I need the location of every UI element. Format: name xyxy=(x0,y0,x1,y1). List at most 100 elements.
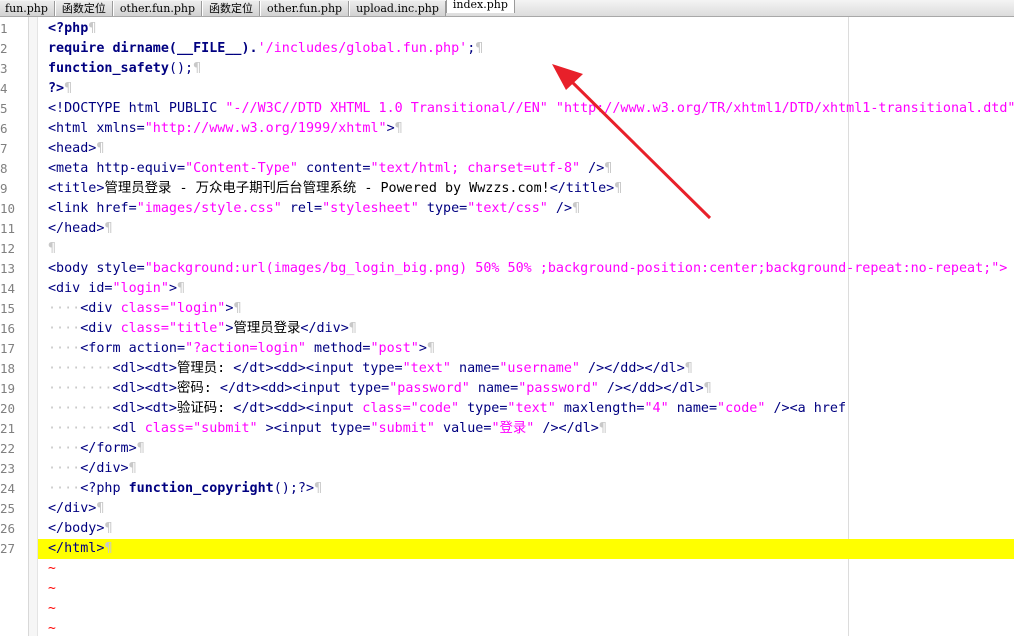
php-close-tag: ?> xyxy=(48,81,65,96)
code-line-5: <!DOCTYPE html PUBLIC "-//W3C//DTD XHTML… xyxy=(48,99,1014,119)
code-string: "text/html; charset=utf-8" xyxy=(370,161,581,176)
tab-upload-inc-php[interactable]: upload.inc.php xyxy=(349,1,446,16)
line-number: 26 xyxy=(0,521,16,536)
code-editor[interactable]: <?php¶ require dirname(__FILE__).'/inclu… xyxy=(38,17,1014,636)
code-string: "submit" xyxy=(193,421,258,436)
pilcrow: ¶ xyxy=(104,541,113,556)
pilcrow: ¶ xyxy=(96,141,105,156)
code-attr: class= xyxy=(144,421,194,436)
code-string: "password" xyxy=(389,381,470,396)
code-tag: name= xyxy=(450,361,500,376)
line-number: 23 xyxy=(0,461,16,476)
line-number: 12 xyxy=(0,241,16,256)
code-line-1: <?php¶ xyxy=(48,19,96,39)
code-line-19: ········<dl><dt>密码: </dt><dd><input type… xyxy=(48,379,712,399)
pilcrow: ¶ xyxy=(604,161,613,176)
code-line-17: ····<form action="?action=login" method=… xyxy=(48,339,435,359)
code-line-16: ····<div class="title">管理员登录</div>¶ xyxy=(48,319,357,339)
code-line-7: <head>¶ xyxy=(48,139,104,159)
code-function-call: function_copyright xyxy=(128,481,274,496)
code-tag: /></dd></dl> xyxy=(598,381,704,396)
pilcrow: ¶ xyxy=(394,121,403,136)
pilcrow: ¶ xyxy=(703,381,712,396)
code-string: "登录" xyxy=(491,421,535,436)
code-string: "submit" xyxy=(370,421,436,436)
code-tag: <form action= xyxy=(80,341,186,356)
code-line-26: </body>¶ xyxy=(48,519,113,539)
line-number: 16 xyxy=(0,321,16,336)
code-string: "http://www.w3.org/TR/xhtml1/DTD/xhtml1-… xyxy=(555,101,1014,116)
tab-other-fun-php-1[interactable]: other.fun.php xyxy=(112,1,202,16)
code-string: "http://www.w3.org/1999/xhtml" xyxy=(144,121,387,136)
code-tag: <head> xyxy=(48,141,97,156)
line-number: 1 xyxy=(0,21,8,36)
eof-marker: ~ xyxy=(48,561,56,576)
code-tag: <dl><dt> xyxy=(112,361,178,376)
code-string: "username" xyxy=(499,361,580,376)
code-string: "-//W3C//DTD XHTML 1.0 Transitional//EN" xyxy=(225,101,548,116)
eof-marker: ~ xyxy=(48,621,56,636)
indent-dots: ···· xyxy=(48,321,81,336)
code-tag: <meta http-equiv= xyxy=(48,161,186,176)
line-number: 13 xyxy=(0,261,16,276)
code-line-24: ····<?php function_copyright();?>¶ xyxy=(48,479,322,499)
line-number: 4 xyxy=(0,81,8,96)
code-tag: rel= xyxy=(281,201,323,216)
code-tag: </div> xyxy=(48,501,97,516)
pilcrow: ¶ xyxy=(177,281,186,296)
pilcrow: ¶ xyxy=(193,61,202,76)
line-number: 9 xyxy=(0,181,8,196)
code-tag: </body> xyxy=(48,521,105,536)
code-string: "code" xyxy=(717,401,766,416)
code-string: '/includes/global.fun.php' xyxy=(257,41,468,56)
line-number: 24 xyxy=(0,481,16,496)
tab-index-php[interactable]: index.php xyxy=(445,0,515,13)
code-string: "Content-Type" xyxy=(185,161,298,176)
pilcrow: ¶ xyxy=(598,421,607,436)
code-text: 管理员登录 xyxy=(233,321,301,336)
code-line-20: ········<dl><dt>验证码: </dt><dd><input cla… xyxy=(48,399,846,419)
code-line-4: ?>¶ xyxy=(48,79,72,99)
code-tag: </form> xyxy=(80,441,137,456)
eof-marker: ~ xyxy=(48,601,56,616)
pilcrow: ¶ xyxy=(314,481,323,496)
php-open-tag: <?php xyxy=(48,21,89,36)
code-tag: name= xyxy=(469,381,519,396)
tab-function-locate-1[interactable]: 函数定位 xyxy=(54,1,113,16)
pilcrow: ¶ xyxy=(572,201,581,216)
code-tag: > xyxy=(418,341,427,356)
code-tag: /></dl> xyxy=(534,421,599,436)
code-tag: <dl><dt> xyxy=(112,401,178,416)
line-number: 21 xyxy=(0,421,16,436)
pilcrow: ¶ xyxy=(684,361,693,376)
tab-other-fun-php-2[interactable]: other.fun.php xyxy=(260,1,350,16)
tab-bar: fun.php 函数定位 other.fun.php 函数定位 other.fu… xyxy=(0,0,1014,17)
line-number: 20 xyxy=(0,401,16,416)
indent-dots: ········ xyxy=(48,401,113,416)
line-number: 2 xyxy=(0,41,8,56)
code-tag: name= xyxy=(668,401,718,416)
code-tag: value= xyxy=(435,421,492,436)
pilcrow: ¶ xyxy=(104,221,113,236)
line-number: 27 xyxy=(0,541,16,556)
code-text: 密码: xyxy=(177,381,212,396)
code-line-6: <html xmlns="http://www.w3.org/1999/xhtm… xyxy=(48,119,403,139)
line-number: 18 xyxy=(0,361,16,376)
pilcrow: ¶ xyxy=(128,461,137,476)
tab-fun-php[interactable]: fun.php xyxy=(0,1,55,16)
line-number: 10 xyxy=(0,201,16,216)
code-string: "text/css" xyxy=(467,201,548,216)
code-string: "login" xyxy=(168,301,226,316)
pilcrow: ¶ xyxy=(48,241,57,256)
line-number: 11 xyxy=(0,221,16,236)
code-tag: /></dd></dl> xyxy=(579,361,685,376)
code-tag: ();?> xyxy=(273,481,315,496)
code-string: "text" xyxy=(507,401,556,416)
code-string: "code" xyxy=(410,401,460,416)
indent-dots: ···· xyxy=(48,441,81,456)
code-tag: <div xyxy=(80,321,121,336)
line-number: 3 xyxy=(0,61,8,76)
code-attr: class= xyxy=(362,401,411,416)
tab-function-locate-2[interactable]: 函数定位 xyxy=(202,1,260,16)
